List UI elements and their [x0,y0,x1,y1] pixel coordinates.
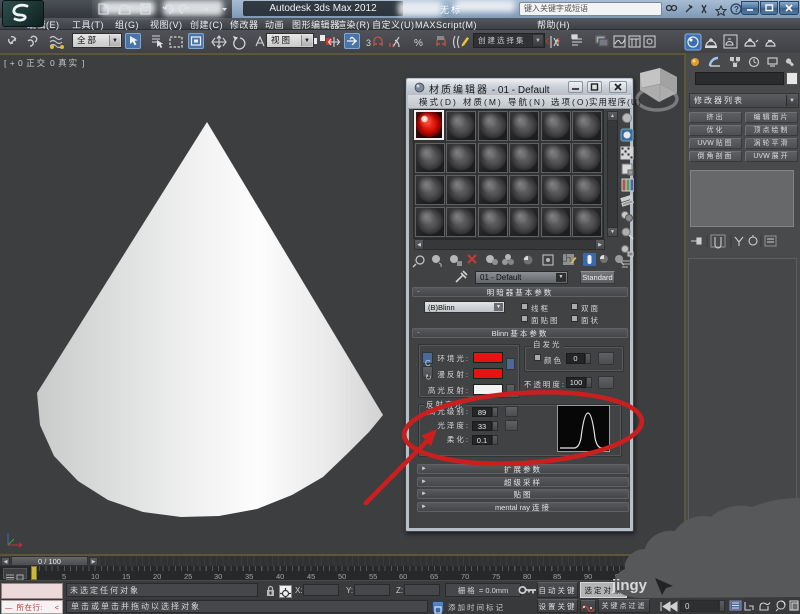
svg-text:jingy: jingy [611,577,648,594]
